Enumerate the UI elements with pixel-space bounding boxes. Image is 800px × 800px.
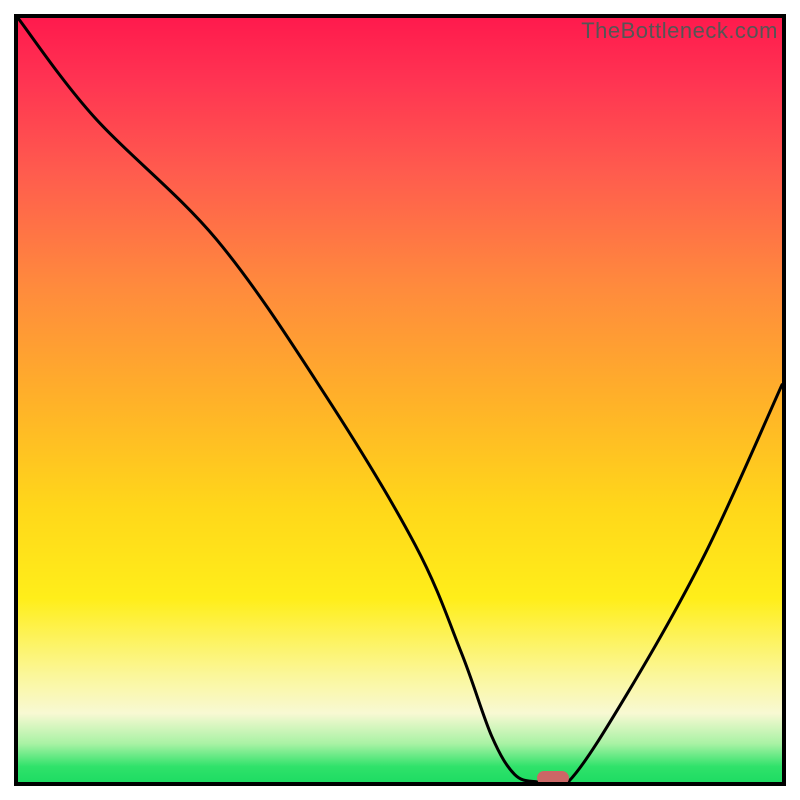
- plot-area: [14, 14, 786, 786]
- optimal-marker: [537, 771, 569, 785]
- bottleneck-curve: [18, 18, 782, 782]
- chart-frame: TheBottleneck.com: [0, 0, 800, 800]
- attribution-watermark: TheBottleneck.com: [581, 18, 778, 44]
